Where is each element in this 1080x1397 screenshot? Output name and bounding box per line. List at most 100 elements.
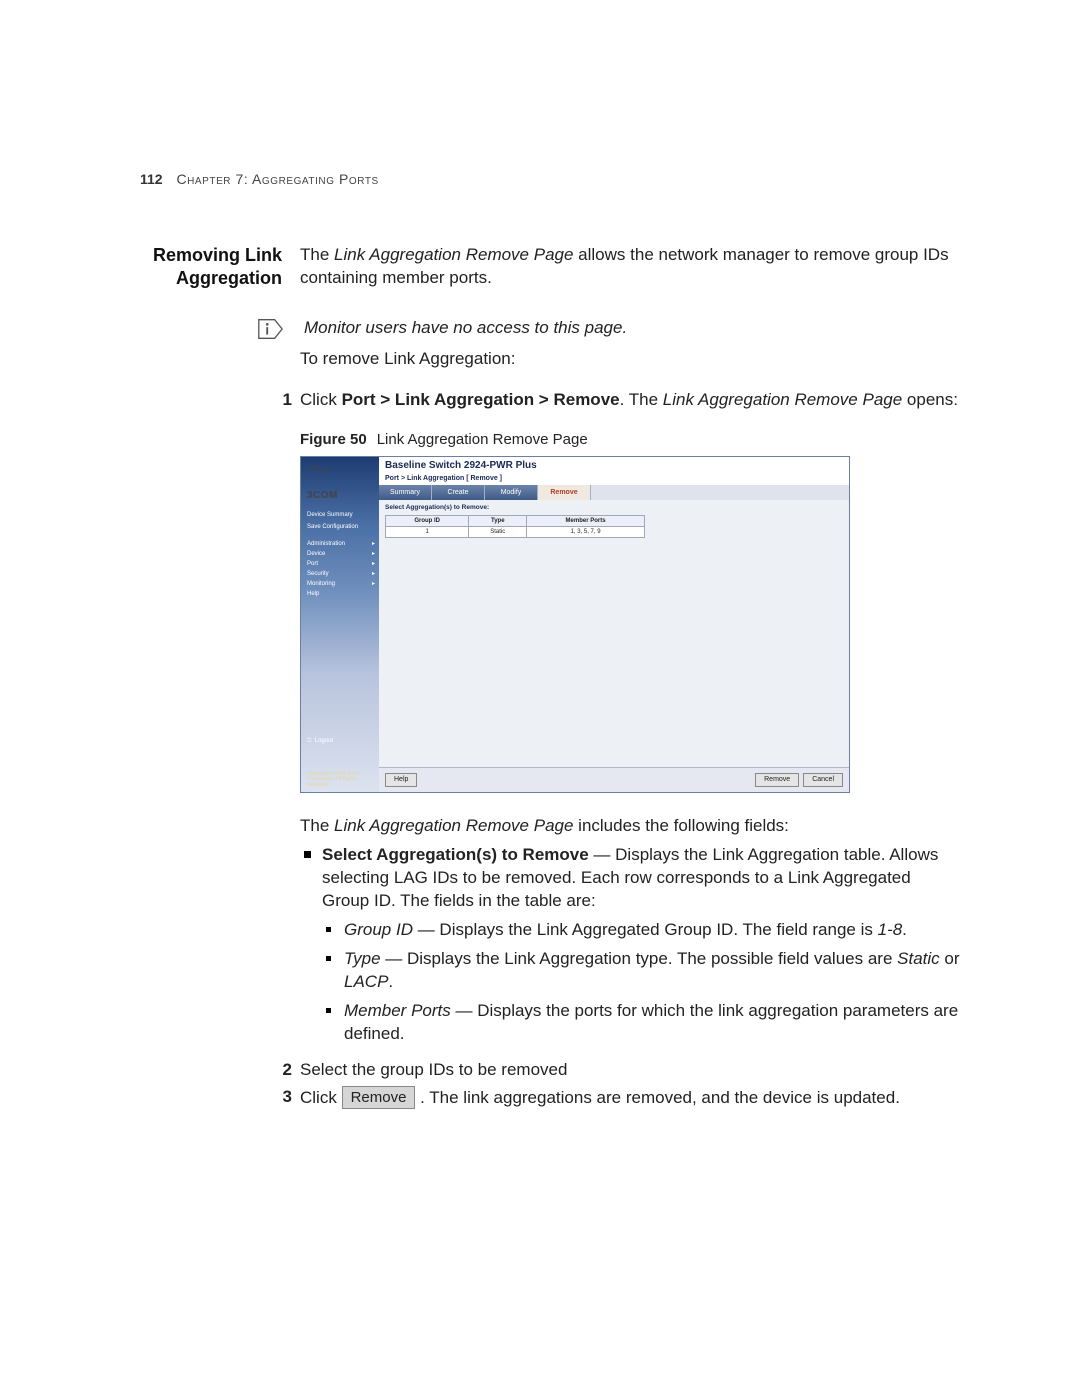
sub-or: or xyxy=(940,949,960,968)
sub-name: Member Ports xyxy=(344,1001,451,1020)
cancel-button[interactable]: Cancel xyxy=(803,773,843,786)
sidebar-item-monitoring[interactable]: Monitoring ▸ xyxy=(307,579,375,589)
brand-swirl-icon xyxy=(307,463,329,475)
shot-sidebar: 3COM Device Summary Save Configuration A… xyxy=(301,457,379,792)
field-list: Select Aggregation(s) to Remove — Displa… xyxy=(300,844,960,1046)
sub-end: . xyxy=(388,972,393,991)
step-2: 2 Select the group IDs to be removed xyxy=(300,1059,960,1082)
remove-button[interactable]: Remove xyxy=(755,773,799,786)
chapter-title: Chapter 7: Aggregating Ports xyxy=(176,171,378,187)
sidebar-link-save-config[interactable]: Save Configuration xyxy=(307,523,375,531)
step3-post: . The link aggregations are removed, and… xyxy=(415,1088,900,1107)
step1-em: Link Aggregation Remove Page xyxy=(663,390,902,409)
steps-list: 1 Click Port > Link Aggregation > Remove… xyxy=(300,389,960,412)
sidebar-item-help[interactable]: Help xyxy=(307,589,375,599)
figure-label: Figure 50 xyxy=(300,431,367,448)
sidebar-item-administration[interactable]: Administration▸ xyxy=(307,539,375,549)
intro2: To remove Link Aggregation: xyxy=(300,348,960,371)
logout-icon: ⎋ xyxy=(307,737,312,745)
tab-summary[interactable]: Summary xyxy=(379,485,432,500)
col-type: Type xyxy=(469,516,527,527)
sidebar-item-label: Help xyxy=(307,590,319,598)
info-note: Monitor users have no access to this pag… xyxy=(256,316,960,342)
sidebar-link-device-summary[interactable]: Device Summary xyxy=(307,511,375,519)
step-number: 3 xyxy=(270,1086,292,1110)
remove-inline-button: Remove xyxy=(342,1086,416,1109)
step-1: 1 Click Port > Link Aggregation > Remove… xyxy=(300,389,960,412)
sub-v1: Static xyxy=(897,949,940,968)
aggregation-table: Group ID Type Member Ports 1 Static 1, 3… xyxy=(385,515,645,538)
shot-content: Select Aggregation(s) to Remove: Group I… xyxy=(379,500,849,767)
sidebar-item-label: Port xyxy=(307,560,318,568)
shot-footer: Help Remove Cancel xyxy=(379,767,849,792)
chevron-right-icon: ▸ xyxy=(372,560,375,568)
step-3: 3 Click Remove . The link aggregations a… xyxy=(300,1086,960,1110)
sidebar-item-security[interactable]: Security▸ xyxy=(307,569,375,579)
step1-bold: Port > Link Aggregation > Remove xyxy=(342,390,620,409)
sub-end: . xyxy=(902,920,907,939)
tab-modify[interactable]: Modify xyxy=(485,485,538,500)
subfield-group-id: Group ID — Displays the Link Aggregated … xyxy=(322,919,960,942)
cell-group-id: 1 xyxy=(386,527,469,538)
note-text: Monitor users have no access to this pag… xyxy=(304,317,627,340)
chevron-right-icon: ▸ xyxy=(372,580,375,588)
sub-range: 1-8 xyxy=(878,920,903,939)
table-header-row: Group ID Type Member Ports xyxy=(386,516,645,527)
step-number: 2 xyxy=(270,1059,292,1082)
figure-caption-text: Link Aggregation Remove Page xyxy=(377,431,588,448)
after-fig-post: includes the following fields: xyxy=(573,816,788,835)
field-select-aggregation: Select Aggregation(s) to Remove — Displa… xyxy=(300,844,960,1046)
main-column: The Link Aggregation Remove Page allows … xyxy=(300,244,960,1114)
step-text: Click Remove . The link aggregations are… xyxy=(300,1086,960,1110)
select-label: Select Aggregation(s) to Remove: xyxy=(385,504,843,513)
cell-type: Static xyxy=(469,527,527,538)
figure-caption: Figure 50 Link Aggregation Remove Page xyxy=(300,430,960,450)
logout-link[interactable]: ⎋ Logout xyxy=(307,737,375,745)
intro-em: Link Aggregation Remove Page xyxy=(334,245,573,264)
sidebar-item-label: Monitoring xyxy=(307,580,335,588)
table-row[interactable]: 1 Static 1, 3, 5, 7, 9 xyxy=(386,527,645,538)
cell-member-ports: 1, 3, 5, 7, 9 xyxy=(527,527,645,538)
intro-paragraph: The Link Aggregation Remove Page allows … xyxy=(300,244,960,290)
sidebar-item-port[interactable]: Port ▸ xyxy=(307,559,375,569)
after-figure-paragraph: The Link Aggregation Remove Page include… xyxy=(300,815,960,838)
sub-name: Group ID xyxy=(344,920,413,939)
info-icon xyxy=(256,316,284,342)
page-number: 112 xyxy=(140,171,163,187)
subfield-type: Type — Displays the Link Aggregation typ… xyxy=(322,948,960,994)
section-heading-col: Removing Link Aggregation xyxy=(140,244,300,1114)
tab-create[interactable]: Create xyxy=(432,485,485,500)
col-member-ports: Member Ports xyxy=(527,516,645,527)
step1-mid: . The xyxy=(620,390,663,409)
help-button[interactable]: Help xyxy=(385,773,417,786)
col-group-id: Group ID xyxy=(386,516,469,527)
shot-tabs: Summary Create Modify Remove xyxy=(379,485,849,500)
steps-list-cont: 2 Select the group IDs to be removed 3 C… xyxy=(300,1059,960,1110)
sidebar-item-label: Device xyxy=(307,550,325,558)
sidebar-item-device[interactable]: Device ▸ xyxy=(307,549,375,559)
section-heading-line2: Aggregation xyxy=(176,268,282,288)
sub-desc: — Displays the Link Aggregation type. Th… xyxy=(381,949,898,968)
section-heading-line1: Removing Link xyxy=(153,245,282,265)
step1-pre: Click xyxy=(300,390,342,409)
section-heading: Removing Link Aggregation xyxy=(140,244,282,291)
chevron-right-icon: ▸ xyxy=(372,550,375,558)
step-text: Click Port > Link Aggregation > Remove. … xyxy=(300,389,960,412)
running-head: 112 Chapter 7: Aggregating Ports xyxy=(140,170,379,189)
sub-v2: LACP xyxy=(344,972,388,991)
after-fig-em: Link Aggregation Remove Page xyxy=(334,816,573,835)
page: 112 Chapter 7: Aggregating Ports Removin… xyxy=(0,0,1080,1397)
sub-desc: — Displays the Link Aggregated Group ID.… xyxy=(413,920,878,939)
subfield-member-ports: Member Ports — Displays the ports for wh… xyxy=(322,1000,960,1046)
subfield-list: Group ID — Displays the Link Aggregated … xyxy=(322,919,960,1046)
sub-name: Type xyxy=(344,949,381,968)
shot-breadcrumb: Port > Link Aggregation [ Remove ] xyxy=(379,474,849,485)
step-text: Select the group IDs to be removed xyxy=(300,1059,960,1082)
chevron-right-icon: ▸ xyxy=(372,540,375,548)
field-name: Select Aggregation(s) to Remove xyxy=(322,845,589,864)
sidebar-menu: Administration▸ Device▸ Port▸ Security▸ … xyxy=(307,539,375,600)
tab-remove[interactable]: Remove xyxy=(538,485,591,500)
shot-header: Baseline Switch 2924-PWR Plus xyxy=(379,457,849,474)
sidebar-item-label: Security xyxy=(307,570,329,578)
copyright: Copyright © 2007 3Com Corporation. All R… xyxy=(307,772,375,789)
